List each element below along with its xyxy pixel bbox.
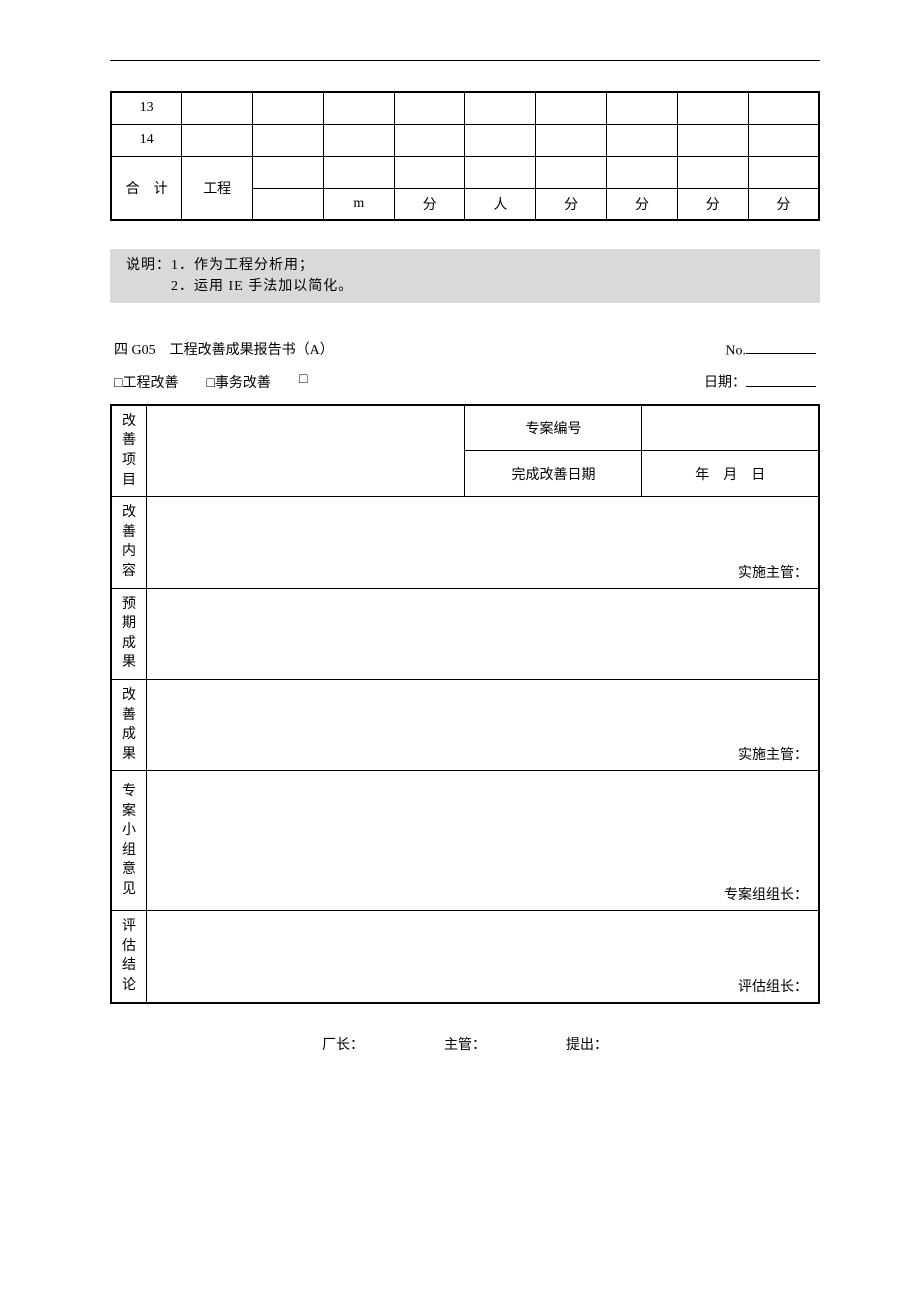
table-row: 改善内容 实施主管： xyxy=(111,497,819,588)
note-prefix: 说明： xyxy=(126,258,171,273)
cell xyxy=(536,124,607,156)
unit-cell: m xyxy=(323,188,394,220)
no-field: No. xyxy=(725,339,816,359)
cell xyxy=(253,92,324,124)
cell xyxy=(607,156,678,188)
cell xyxy=(394,124,465,156)
cell xyxy=(253,156,324,188)
date-label: 日期： xyxy=(704,376,746,391)
cell xyxy=(536,156,607,188)
unit-cell: 分 xyxy=(536,188,607,220)
project-label: 工程 xyxy=(182,156,253,220)
signer-supervisor-2: 实施主管： xyxy=(738,744,808,764)
table-row: 专案小组意见 专案组组长： xyxy=(111,771,819,911)
no-underline xyxy=(746,339,816,354)
case-no-value xyxy=(642,405,819,451)
label-improve-content: 改善内容 xyxy=(111,497,146,588)
label-team-opinion: 专案小组意见 xyxy=(111,771,146,911)
cell xyxy=(182,92,253,124)
case-no-label: 专案编号 xyxy=(465,405,642,451)
note-line-2: 2．运用 IE 手法加以简化。 xyxy=(171,279,353,294)
finish-date-value: 年 月 日 xyxy=(642,451,819,497)
cell xyxy=(607,92,678,124)
cell xyxy=(465,92,536,124)
cell xyxy=(253,188,324,220)
table-row: 评估结论 评估组长： xyxy=(111,911,819,1003)
cell xyxy=(536,92,607,124)
table-row: 改善项目 专案编号 xyxy=(111,405,819,451)
signer-supervisor: 实施主管： xyxy=(738,562,808,582)
cell xyxy=(748,156,819,188)
row-num: 13 xyxy=(111,92,182,124)
cell xyxy=(394,92,465,124)
unit-cell: 人 xyxy=(465,188,536,220)
cell xyxy=(748,92,819,124)
check-line: □工程改善 □事务改善 □ 日期： xyxy=(110,371,820,391)
cell xyxy=(748,124,819,156)
footer-proposer: 提出： xyxy=(566,1034,608,1054)
improve-content-cell: 实施主管： xyxy=(146,497,819,588)
note-block: 说明：1．作为工程分析用； 说明：2．运用 IE 手法加以简化。 xyxy=(110,249,820,303)
label-improve-result: 改善成果 xyxy=(111,679,146,770)
cell xyxy=(607,124,678,156)
table-row: 13 xyxy=(111,92,819,124)
cell xyxy=(677,124,748,156)
cell xyxy=(253,124,324,156)
table-row: 14 xyxy=(111,124,819,156)
eval-conclusion-cell: 评估组长： xyxy=(146,911,819,1003)
signer-team-leader: 专案组组长： xyxy=(724,884,808,904)
footer-factory-head: 厂长： xyxy=(322,1034,364,1054)
table-row: 合 计 工程 xyxy=(111,156,819,188)
label-eval-conclusion: 评估结论 xyxy=(111,911,146,1003)
no-label: No. xyxy=(725,343,746,358)
checkbox-improve-affairs: □事务改善 xyxy=(206,372,270,392)
label-expected-result: 预期成果 xyxy=(111,588,146,679)
note-line-1: 1．作为工程分析用； xyxy=(171,258,314,273)
unit-cell: 分 xyxy=(748,188,819,220)
footer-signers: 厂长： 主管： 提出： xyxy=(110,1034,820,1054)
expected-result-cell xyxy=(146,588,819,679)
header-rule xyxy=(110,60,820,61)
cell xyxy=(465,124,536,156)
date-underline xyxy=(746,371,816,386)
cell xyxy=(465,156,536,188)
cell xyxy=(182,124,253,156)
cell xyxy=(323,156,394,188)
cell xyxy=(394,156,465,188)
cell xyxy=(146,405,465,497)
team-opinion-cell: 专案组组长： xyxy=(146,771,819,911)
unit-cell: 分 xyxy=(607,188,678,220)
section-title: 四 G05 工程改善成果报告书（A） xyxy=(114,339,334,359)
improve-result-cell: 实施主管： xyxy=(146,679,819,770)
table-row: 改善成果 实施主管： xyxy=(111,679,819,770)
unit-cell: 分 xyxy=(677,188,748,220)
cell xyxy=(323,124,394,156)
finish-date-label: 完成改善日期 xyxy=(465,451,642,497)
date-field: 日期： xyxy=(704,371,816,391)
signer-eval-leader: 评估组长： xyxy=(738,976,808,996)
footer-supervisor: 主管： xyxy=(444,1034,486,1054)
checkbox-improve-process: □工程改善 xyxy=(114,372,178,392)
checkbox-other: □ xyxy=(299,372,307,392)
row-num: 14 xyxy=(111,124,182,156)
table-row: 预期成果 xyxy=(111,588,819,679)
section-header: 四 G05 工程改善成果报告书（A） No. xyxy=(110,339,820,359)
label-improve-item: 改善项目 xyxy=(111,405,146,497)
cell xyxy=(323,92,394,124)
cell xyxy=(677,156,748,188)
top-table: 13 14 合 计 工程 m 分 人 分 分 分 分 xyxy=(110,91,820,221)
page: 13 14 合 计 工程 m 分 人 分 分 分 分 说明：1．作为工程分析用； xyxy=(0,0,920,1114)
cell xyxy=(677,92,748,124)
report-table: 改善项目 专案编号 完成改善日期 年 月 日 改善内容 实施主管： 预期成果 改… xyxy=(110,404,820,1004)
total-label: 合 计 xyxy=(111,156,182,220)
unit-cell: 分 xyxy=(394,188,465,220)
